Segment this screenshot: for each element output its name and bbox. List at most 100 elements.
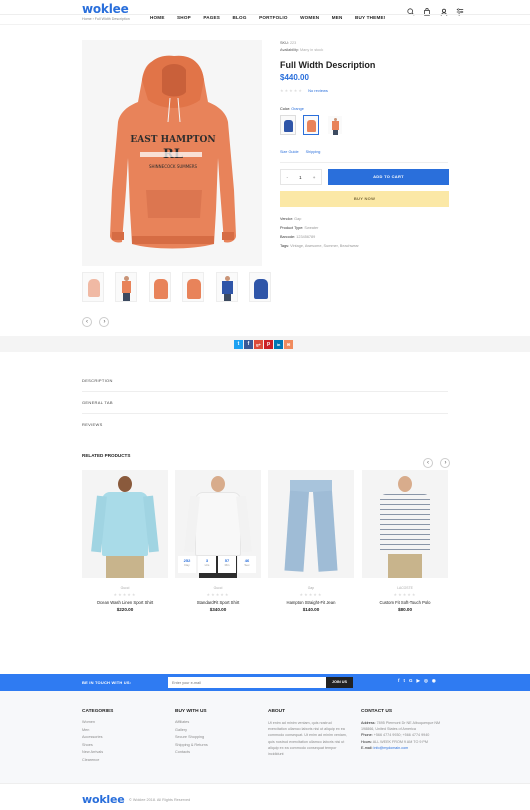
product-stars: ★★★★★ <box>393 592 417 597</box>
swatch-model[interactable] <box>326 115 343 135</box>
countdown-seconds-unit: Sec <box>244 563 250 567</box>
footer-link[interactable]: Women <box>82 720 162 724</box>
thumbnail-2[interactable] <box>115 272 138 302</box>
footer-logo[interactable]: woklee <box>82 793 125 806</box>
footer-link[interactable]: Accessories <box>82 735 162 739</box>
product-main-image[interactable]: EAST HAMPTON RL SHINNECOCK SUMMERS <box>82 40 262 266</box>
related-prev-button[interactable]: ‹ <box>423 458 433 468</box>
share-linkedin-icon[interactable]: in <box>274 340 283 349</box>
thumbnail-3[interactable] <box>148 272 171 302</box>
thumbnail-5[interactable] <box>215 272 238 302</box>
nav-home[interactable]: HOME <box>150 15 165 20</box>
footer-link[interactable]: Men <box>82 728 162 732</box>
related-card-1[interactable]: Gucci ★★★★★ Ocean Wash Linen Sport Shirt… <box>82 470 168 612</box>
tags-value[interactable]: Vintage, Awesome, Summer, Beachwear <box>290 244 359 248</box>
nav-shop[interactable]: SHOP <box>177 15 191 20</box>
product-price: $440.00 <box>280 73 309 82</box>
product-name[interactable]: Hampton Straight-Fit Jean <box>268 600 354 605</box>
footer-buy-title: BUY WITH US <box>175 709 207 714</box>
hoodie-print-line1: EAST HAMPTON <box>130 135 215 145</box>
thumbnail-next-button[interactable]: › <box>99 317 110 327</box>
quantity-input[interactable]: 1 <box>299 175 302 180</box>
type-value[interactable]: Sweater <box>304 226 318 230</box>
buy-now-button[interactable]: BUY NOW <box>280 191 449 207</box>
related-card-4[interactable]: LACOSTE ★★★★★ Custom Fit Soft-Touch Polo… <box>362 470 448 612</box>
dribbble-icon[interactable]: ◉ <box>432 678 436 684</box>
share-email-icon[interactable]: ✉ <box>284 340 293 349</box>
quantity-decrease-button[interactable]: - <box>287 175 289 180</box>
share-facebook-icon[interactable]: f <box>244 340 253 349</box>
breadcrumb-home[interactable]: Home <box>82 17 92 21</box>
email-link[interactable]: info@mydomain.com <box>374 746 409 750</box>
rating-stars: ★★★★★ <box>280 88 303 93</box>
share-google-icon[interactable]: g+ <box>254 340 263 349</box>
vendor-value[interactable]: Gap <box>294 217 301 221</box>
tags-label: Tags: <box>280 244 290 248</box>
product-name[interactable]: Custom Fit Soft-Touch Polo <box>362 600 448 605</box>
product-vendor: LACOSTE <box>397 586 413 590</box>
product-image[interactable] <box>268 470 354 578</box>
newsletter-email-input[interactable] <box>168 677 326 688</box>
countdown-timer: 252 Day 3 Hrs 57 Min 46 Sec <box>178 556 256 573</box>
tab-description[interactable]: DESCRIPTION <box>82 370 448 392</box>
countdown-minutes-unit: Min <box>224 563 230 567</box>
tab-reviews[interactable]: REVIEWS <box>82 414 448 436</box>
product-name[interactable]: Ocean Wash Linen Sport Shirt <box>82 600 168 605</box>
product-price: $220.00 <box>116 607 134 612</box>
product-image[interactable] <box>362 470 448 578</box>
related-card-2[interactable]: 252 Day 3 Hrs 57 Min 46 Sec Gucci ★★★★★ Stan… <box>175 470 261 612</box>
facebook-icon[interactable]: f <box>398 678 400 684</box>
thumbnail-4[interactable] <box>182 272 205 302</box>
footer-link[interactable]: Secure Shopping <box>175 735 255 739</box>
nav-buy-theme[interactable]: BUY THEME! <box>355 15 386 20</box>
type-label: Product Type: <box>280 226 304 230</box>
footer-link[interactable]: New Arrivals <box>82 750 162 754</box>
newsletter-join-button[interactable]: JOIN US <box>326 677 353 688</box>
quantity-increase-button[interactable]: + <box>313 175 316 180</box>
tab-general[interactable]: GENERAL TAB <box>82 392 448 414</box>
nav-blog[interactable]: BLOG <box>233 15 247 20</box>
product-price: $340.00 <box>209 607 227 612</box>
nav-portfolio[interactable]: PORTFOLIO <box>259 15 288 20</box>
related-next-button[interactable]: › <box>440 458 451 468</box>
nav-men[interactable]: MEN <box>332 15 343 20</box>
product-title: Full Width Description <box>280 60 376 70</box>
color-swatches <box>280 115 346 140</box>
thumbnail-prev-button[interactable]: ‹ <box>82 317 92 327</box>
quantity-stepper: - 1 + <box>280 169 322 185</box>
swatch-orange[interactable] <box>303 115 320 135</box>
size-guide-link[interactable]: Size Guide <box>280 150 299 154</box>
footer-link[interactable]: Gallery <box>175 728 255 732</box>
footer-about-text: Ut enim ad minim veniam, quis nostrud ex… <box>268 721 347 757</box>
share-pinterest-icon[interactable]: p <box>264 340 273 349</box>
product-name[interactable]: StandardFit Sport Shirt <box>175 600 261 605</box>
thumbnail-1[interactable] <box>82 272 104 302</box>
reviews-link[interactable]: No reviews <box>308 88 328 93</box>
barcode-value: 123456789 <box>296 235 316 239</box>
footer-link[interactable]: Contacts <box>175 750 255 754</box>
product-links: Size Guide Shipping <box>280 150 320 154</box>
product-image[interactable]: 252 Day 3 Hrs 57 Min 46 Sec <box>175 470 261 578</box>
countdown-days-unit: Day <box>184 563 190 567</box>
twitter-icon[interactable]: t <box>404 678 406 684</box>
product-stars: ★★★★★ <box>206 592 230 597</box>
google-icon[interactable]: G <box>409 678 413 684</box>
footer-link[interactable]: Clearence <box>82 758 162 762</box>
nav-women[interactable]: WOMEN <box>300 15 319 20</box>
related-card-3[interactable]: Gap ★★★★★ Hampton Straight-Fit Jean $140… <box>268 470 354 612</box>
product-image[interactable] <box>82 470 168 578</box>
share-twitter-icon[interactable]: t <box>234 340 243 349</box>
nav-pages[interactable]: PAGES <box>203 15 220 20</box>
breadcrumb-current: Full Width Description <box>94 17 130 21</box>
instagram-icon[interactable]: ◎ <box>424 678 428 684</box>
swatch-blue[interactable] <box>280 115 296 135</box>
color-label: Color: <box>280 107 291 111</box>
thumbnail-6[interactable] <box>249 272 272 302</box>
footer-link[interactable]: Affiliates <box>175 720 255 724</box>
add-to-cart-button[interactable]: ADD TO CART <box>328 169 449 185</box>
youtube-icon[interactable]: ▶ <box>417 678 420 684</box>
shipping-link[interactable]: Shipping <box>306 150 321 154</box>
related-nav: ‹ › <box>423 451 453 469</box>
footer-link[interactable]: Shipping & Returns <box>175 743 255 747</box>
footer-link[interactable]: Shoes <box>82 743 162 747</box>
